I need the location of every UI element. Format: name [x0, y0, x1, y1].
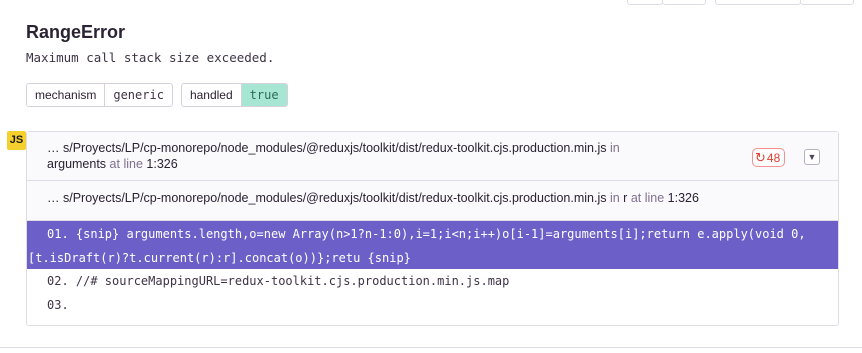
frame-at-line-label: at line: [109, 157, 143, 171]
context-line-active: 01. {snip} arguments.length,o=new Array(…: [27, 221, 838, 269]
stack-frame[interactable]: … s/Proyects/LP/cp-monorepo/node_modules…: [27, 181, 838, 255]
frame-detail-line: arguments at line 1:326: [47, 157, 178, 171]
stack-frame[interactable]: … s/Proyects/LP/cp-monorepo/node_modules…: [27, 132, 838, 181]
expand-frame-button[interactable]: ▼: [804, 149, 820, 165]
frame-header-line: … s/Proyects/LP/cp-monorepo/node_modules…: [47, 191, 699, 205]
frame-path: … s/Proyects/LP/cp-monorepo/node_modules…: [47, 141, 607, 155]
divider: [0, 347, 862, 348]
tag-key: mechanism: [27, 84, 105, 106]
frame-function: r: [623, 191, 628, 205]
refresh-icon: ↻: [755, 150, 766, 165]
context-line: 03.: [27, 298, 838, 316]
repeated-frames-badge[interactable]: ↻ 48: [752, 148, 786, 167]
repeat-count: 48: [766, 150, 781, 165]
context-line-text: 02. //# sourceMappingURL=redux-toolkit.c…: [47, 274, 510, 288]
top-action-button-2[interactable]: [662, 0, 706, 5]
tag-handled[interactable]: handled true: [180, 83, 288, 107]
frame-path: … s/Proyects/LP/cp-monorepo/node_modules…: [47, 191, 607, 205]
chevron-down-icon: ▼: [807, 152, 817, 162]
context-line: 02. //# sourceMappingURL=redux-toolkit.c…: [27, 274, 838, 292]
frame-in-label: in: [609, 141, 620, 155]
frame-in-label: in: [609, 191, 620, 205]
tag-key: handled: [181, 84, 241, 106]
top-action-button-4[interactable]: [800, 0, 854, 5]
javascript-platform-icon: JS: [7, 131, 26, 150]
frame-line-number: 1:326: [146, 157, 178, 171]
tag-value: generic: [104, 84, 172, 106]
stack-trace: … s/Proyects/LP/cp-monorepo/node_modules…: [26, 131, 839, 326]
frame-at-line-label: at line: [630, 191, 665, 205]
frame-line-number: 1:326: [667, 191, 699, 205]
frame-function: arguments: [47, 157, 107, 171]
error-message: Maximum call stack size exceeded.: [26, 50, 275, 65]
context-line-text: 03.: [47, 298, 69, 312]
context-line-text: 01. {snip} arguments.length,o=new Array(…: [47, 227, 806, 241]
tag-mechanism[interactable]: mechanism generic: [26, 83, 173, 107]
context-line-text-wrapped: [t.isDraft(r)?t.current(r):r].concat(o))…: [28, 251, 411, 265]
error-title: RangeError: [26, 22, 126, 42]
frame-header-line: … s/Proyects/LP/cp-monorepo/node_modules…: [47, 141, 620, 155]
tag-list: mechanism generic handled true: [26, 83, 288, 107]
tag-value: true: [240, 84, 287, 106]
top-action-button-1[interactable]: [627, 0, 663, 5]
top-action-button-3[interactable]: [715, 0, 801, 5]
